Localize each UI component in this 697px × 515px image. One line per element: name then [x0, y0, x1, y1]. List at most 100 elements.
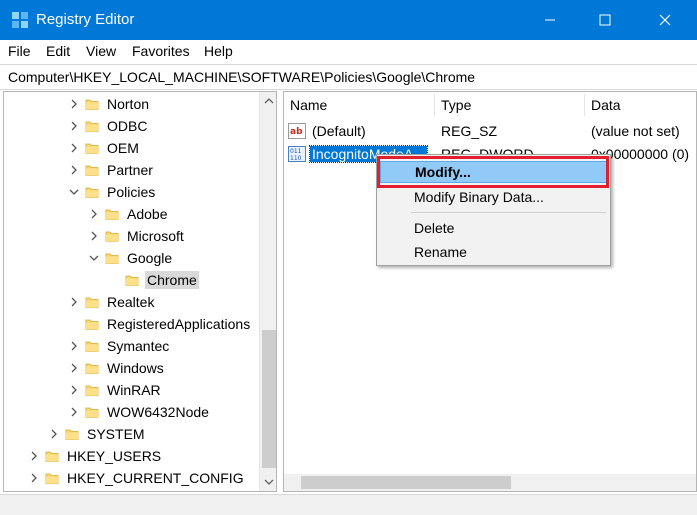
- column-divider[interactable]: [434, 94, 435, 116]
- chevron-down-icon[interactable]: [87, 251, 101, 265]
- tree-item-label: Norton: [107, 96, 150, 112]
- tree-item-label: WOW6432Node: [107, 404, 209, 420]
- tree-item-label: Microsoft: [127, 228, 184, 244]
- column-data[interactable]: Data: [591, 97, 621, 113]
- maximize-icon: [599, 14, 611, 26]
- registry-icon: [12, 12, 28, 28]
- list-horizontal-scrollbar[interactable]: [284, 474, 696, 491]
- tree-item-label: OEM: [107, 140, 139, 156]
- column-name[interactable]: Name: [290, 97, 327, 113]
- chevron-right-icon[interactable]: [87, 207, 101, 221]
- tree-item-label: Google: [127, 250, 173, 266]
- column-type[interactable]: Type: [441, 97, 471, 113]
- folder-icon: [105, 209, 119, 220]
- folder-icon: [85, 407, 99, 418]
- chevron-right-icon[interactable]: [67, 119, 81, 133]
- folder-icon: [105, 231, 119, 242]
- folder-icon: [85, 341, 99, 352]
- menu-file[interactable]: File: [8, 43, 31, 59]
- title-bar: Registry Editor: [0, 0, 697, 40]
- chevron-right-icon[interactable]: [67, 97, 81, 111]
- list-scroll-thumb[interactable]: [301, 476, 511, 489]
- address-bar[interactable]: Computer\HKEY_LOCAL_MACHINE\SOFTWARE\Pol…: [0, 64, 697, 90]
- address-path: Computer\HKEY_LOCAL_MACHINE\SOFTWARE\Pol…: [8, 69, 476, 85]
- value-type: REG_SZ: [441, 123, 498, 139]
- tree-item-label: WinRAR: [107, 382, 161, 398]
- folder-icon: [105, 253, 119, 264]
- context-menu-label: Rename: [414, 244, 467, 260]
- string-value-icon: ab: [288, 123, 306, 139]
- tree-item-label: RegisteredApplications: [107, 316, 251, 332]
- menu-help[interactable]: Help: [204, 43, 233, 59]
- chevron-right-icon[interactable]: [27, 471, 41, 485]
- context-menu-label: Delete: [414, 220, 455, 236]
- context-menu-separator: [411, 212, 606, 213]
- value-list[interactable]: Name Type Data ab (Default) REG_SZ (valu…: [283, 91, 697, 492]
- folder-icon: [85, 363, 99, 374]
- tree-item-label: Symantec: [107, 338, 170, 354]
- context-menu-modify-binary[interactable]: Modify Binary Data...: [380, 186, 607, 208]
- close-button[interactable]: [642, 0, 688, 40]
- menu-bar: File Edit View Favorites Help: [0, 40, 697, 64]
- tree-item-label: Policies: [107, 184, 156, 200]
- chevron-right-icon[interactable]: [87, 229, 101, 243]
- folder-icon: [85, 143, 99, 154]
- tree-item-label: SYSTEM: [87, 426, 145, 442]
- svg-text:011: 011: [290, 148, 302, 155]
- chevron-right-icon[interactable]: [67, 405, 81, 419]
- maximize-button[interactable]: [582, 0, 628, 40]
- menu-view[interactable]: View: [86, 43, 116, 59]
- chevron-right-icon[interactable]: [67, 339, 81, 353]
- context-menu-rename[interactable]: Rename: [380, 241, 607, 263]
- folder-icon: [85, 385, 99, 396]
- folder-icon: [85, 319, 99, 330]
- tree-scroll-thumb[interactable]: [262, 330, 276, 468]
- value-name: (Default): [312, 123, 366, 139]
- chevron-right-icon[interactable]: [67, 141, 81, 155]
- highlight-annotation-box: [377, 156, 609, 188]
- menu-edit[interactable]: Edit: [46, 43, 70, 59]
- svg-text:ab: ab: [290, 127, 303, 137]
- binary-value-icon: 011 110: [288, 146, 306, 162]
- tree-item-label: HKEY_USERS: [67, 448, 162, 464]
- chevron-right-icon[interactable]: [47, 427, 61, 441]
- tree-item-label: Windows: [107, 360, 164, 376]
- context-menu-label: Modify Binary Data...: [414, 189, 544, 205]
- chevron-right-icon[interactable]: [67, 295, 81, 309]
- scroll-down-arrow-icon[interactable]: [264, 477, 274, 487]
- close-icon: [659, 14, 671, 26]
- folder-icon: [85, 165, 99, 176]
- column-header: Name Type Data: [284, 92, 696, 118]
- folder-icon: [125, 275, 139, 286]
- column-divider[interactable]: [584, 94, 585, 116]
- minimize-button[interactable]: [527, 0, 573, 40]
- tree-item-label: Realtek: [107, 294, 155, 310]
- tree-item-label: ODBC: [107, 118, 148, 134]
- context-menu-delete[interactable]: Delete: [380, 217, 607, 239]
- value-row-default[interactable]: ab (Default) REG_SZ (value not set): [284, 120, 696, 142]
- folder-icon: [45, 473, 59, 484]
- folder-icon: [85, 121, 99, 132]
- tree-item-label: Chrome: [145, 271, 199, 289]
- chevron-right-icon[interactable]: [27, 449, 41, 463]
- key-tree[interactable]: Norton ODBC OEM Partner Policies Adobe Microso…: [3, 91, 277, 492]
- chevron-right-icon[interactable]: [67, 383, 81, 397]
- tree-vertical-scrollbar[interactable]: [259, 92, 276, 491]
- menu-favorites[interactable]: Favorites: [132, 43, 190, 59]
- status-bar: [0, 494, 697, 515]
- chevron-right-icon[interactable]: [67, 163, 81, 177]
- folder-icon: [85, 297, 99, 308]
- chevron-right-icon[interactable]: [67, 361, 81, 375]
- minimize-icon: [545, 19, 555, 21]
- tree-item-label: HKEY_CURRENT_CONFIG: [67, 470, 244, 486]
- folder-icon: [85, 187, 99, 198]
- tree-item-label: Adobe: [127, 206, 168, 222]
- folder-icon: [45, 451, 59, 462]
- chevron-down-icon[interactable]: [67, 185, 81, 199]
- value-data: (value not set): [591, 123, 680, 139]
- folder-icon: [85, 99, 99, 110]
- window-title: Registry Editor: [36, 11, 135, 28]
- scroll-up-arrow-icon[interactable]: [264, 96, 274, 106]
- folder-icon: [65, 429, 79, 440]
- svg-text:110: 110: [290, 155, 302, 162]
